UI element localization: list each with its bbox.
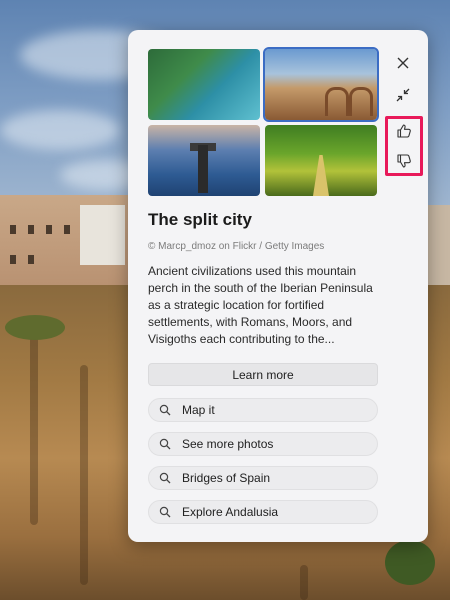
wallpaper-window [28, 255, 34, 264]
search-icon [159, 505, 173, 519]
bridge-arch [325, 87, 349, 116]
wallpaper-crevice [80, 365, 88, 585]
pier-walkway [198, 145, 208, 193]
beach-cliff-thumbnail[interactable] [148, 49, 260, 120]
wallpaper-building [80, 205, 125, 265]
search-icon [159, 471, 173, 485]
learn-more-button[interactable]: Learn more [148, 363, 378, 386]
wallpaper-shrub [385, 540, 435, 585]
search-icon [159, 403, 173, 417]
suggestion-label: Bridges of Spain [182, 471, 271, 485]
suggestion-label: Map it [182, 403, 215, 417]
wallpaper-crevice [300, 565, 308, 600]
card-title: The split city [148, 210, 252, 229]
thumbs-down-icon [397, 154, 411, 168]
ronda-bridge-thumbnail[interactable] [263, 47, 379, 122]
suggestion-bridges-of-spain[interactable]: Bridges of Spain [148, 466, 378, 490]
suggestion-label: Explore Andalusia [182, 505, 279, 519]
dislike-button[interactable] [389, 146, 419, 176]
suggestion-map-it[interactable]: Map it [148, 398, 378, 422]
wallpaper-window [64, 225, 70, 234]
search-icon [159, 437, 173, 451]
close-button[interactable] [388, 48, 418, 78]
like-button[interactable] [389, 116, 419, 146]
wallpaper-crevice [30, 325, 38, 525]
wallpaper-window [28, 225, 34, 234]
bridge-arch [349, 87, 373, 116]
wallpaper-window [10, 255, 16, 264]
wallpaper-window [46, 225, 52, 234]
forest-path [313, 155, 329, 196]
suggestion-explore-andalusia[interactable]: Explore Andalusia [148, 500, 378, 524]
collapse-icon [396, 88, 410, 102]
suggestion-label: See more photos [182, 437, 274, 451]
bamboo-forest-thumbnail[interactable] [265, 125, 377, 196]
collapse-button[interactable] [388, 80, 418, 110]
pier-sunset-thumbnail[interactable] [148, 125, 260, 196]
card-description: Ancient civilizations used this mountain… [148, 264, 373, 346]
image-info-card: The split city © Marcp_dmoz on Flickr / … [128, 30, 428, 542]
wallpaper-window [10, 225, 16, 234]
suggestion-see-more-photos[interactable]: See more photos [148, 432, 378, 456]
close-icon [397, 57, 409, 69]
image-credit: © Marcp_dmoz on Flickr / Getty Images [148, 241, 325, 252]
thumbs-up-icon [397, 124, 411, 138]
wallpaper-cloud [0, 110, 120, 150]
wallpaper-town [0, 195, 130, 285]
wallpaper-shrub [5, 315, 65, 340]
